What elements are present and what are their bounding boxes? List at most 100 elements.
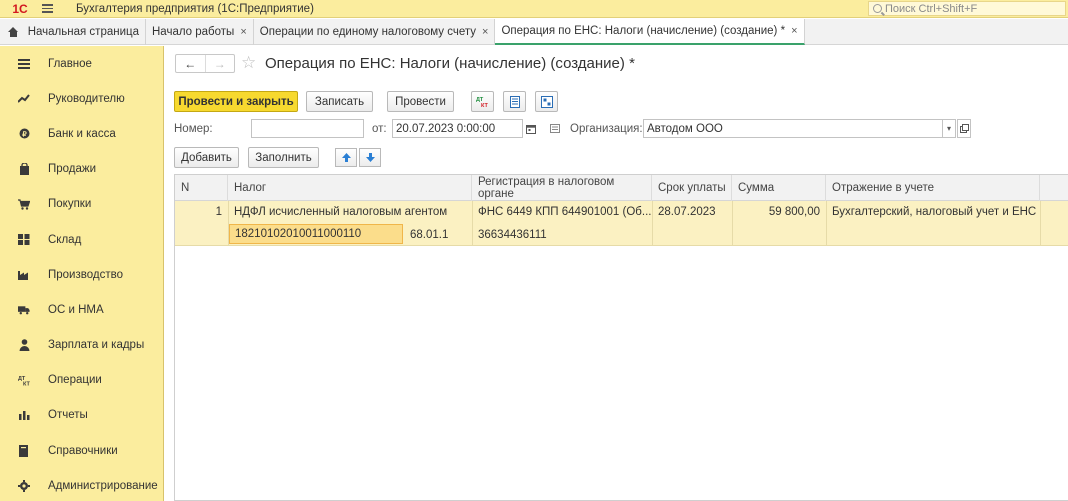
arrow-down-icon [365, 153, 375, 162]
tab-label: Начальная страница [27, 26, 139, 38]
sidebar-item-label: Банк и касса [48, 127, 116, 140]
tab-label: Начало работы [152, 26, 235, 38]
sections-sidebar: Главное Руководителю ₽ Банк и касса Прод… [0, 46, 164, 501]
taxes-table: N Налог Регистрация в налоговом органе С… [174, 174, 1068, 501]
sidebar-item-label: Главное [48, 57, 92, 70]
sidebar-item-main[interactable]: Главное [0, 46, 163, 81]
warehouse-icon [18, 234, 30, 246]
sidebar-item-fixed-assets[interactable]: ОС и НМА [0, 292, 163, 327]
move-down-button[interactable] [359, 148, 381, 167]
number-field[interactable] [251, 119, 364, 138]
post-and-close-button[interactable]: Провести и закрыть [174, 91, 298, 112]
column-header-accounting[interactable]: Отражение в учете [826, 175, 1040, 201]
table-header: N Налог Регистрация в налоговом органе С… [175, 175, 1068, 201]
chevron-down-icon[interactable]: ▾ [942, 119, 956, 138]
fill-button[interactable]: Заполнить [248, 147, 319, 168]
close-icon[interactable]: × [482, 26, 488, 38]
app-header: 1С Бухгалтерия предприятия (1С:Предприят… [0, 0, 1068, 18]
move-up-button[interactable] [335, 148, 357, 167]
date-label: от: [372, 123, 387, 135]
arrow-up-icon [341, 153, 351, 162]
due-date-cell[interactable]: 28.07.2023 [652, 201, 732, 223]
oktmo-cell[interactable]: 36634436111 [472, 224, 652, 246]
sidebar-item-catalogs[interactable]: Справочники [0, 433, 163, 468]
save-button[interactable]: Записать [306, 91, 373, 112]
dt-kt-report-button[interactable]: ДТ КТ [471, 91, 494, 112]
coin-icon: ₽ [18, 128, 30, 140]
cart-icon [18, 198, 30, 210]
search-icon [873, 4, 882, 13]
close-icon[interactable]: × [791, 25, 797, 37]
column-header-due-date[interactable]: Срок уплаты [652, 175, 732, 201]
factory-icon [18, 269, 30, 281]
column-header-amount[interactable]: Сумма [732, 175, 826, 201]
sidebar-item-label: Администрирование [48, 479, 158, 492]
sidebar-item-label: Покупки [48, 198, 92, 211]
kbk-cell[interactable]: 18210102010011000110 [229, 224, 403, 244]
bar-chart-icon [18, 409, 30, 421]
organization-label: Организация: [570, 123, 643, 135]
column-header-registration[interactable]: Регистрация в налоговом органе [472, 175, 652, 201]
history-nav: ← → [175, 54, 235, 73]
organization-field[interactable]: Автодом ООО [643, 119, 943, 138]
menu-icon [18, 58, 30, 70]
registration-cell[interactable]: ФНС 6449 КПП 644901001 (Об... [472, 201, 652, 223]
sidebar-item-salary[interactable]: Зарплата и кадры [0, 328, 163, 363]
column-header-tax[interactable]: Налог [228, 175, 472, 201]
dt-kt-icon: ДТКТ [476, 97, 488, 108]
amount-cell[interactable]: 59 800,00 [732, 201, 826, 223]
global-search-input[interactable]: Поиск Ctrl+Shift+F [868, 1, 1066, 16]
sidebar-item-administration[interactable]: Администрирование [0, 468, 163, 501]
post-button[interactable]: Провести [387, 91, 454, 112]
print-list-button[interactable] [503, 91, 526, 112]
tab-getting-started[interactable]: Начало работы × [146, 19, 254, 45]
accounting-cell[interactable]: Бухгалтерский, налоговый учет и ЕНС [826, 201, 1040, 223]
date-field[interactable]: 20.07.2023 0:00:00 [392, 119, 523, 138]
page-title: Операция по ЕНС: Налоги (начисление) (со… [265, 55, 635, 72]
sidebar-item-director[interactable]: Руководителю [0, 81, 163, 116]
number-input[interactable] [255, 122, 363, 135]
document-form: ← → ☆ Операция по ЕНС: Налоги (начислени… [165, 46, 1068, 501]
sidebar-item-reports[interactable]: Отчеты [0, 398, 163, 433]
open-windows-tabs: Начальная страница Начало работы × Опера… [0, 19, 1068, 45]
tab-ens-operation-create[interactable]: Операция по ЕНС: Налоги (начисление) (со… [495, 19, 805, 45]
column-header-n[interactable]: N [175, 175, 228, 201]
date-value: 20.07.2023 0:00:00 [396, 122, 496, 135]
app-title: Бухгалтерия предприятия (1С:Предприятие) [76, 2, 314, 15]
open-link-icon[interactable] [957, 119, 971, 138]
tab-label: Операции по единому налоговому счету [259, 26, 477, 38]
organization-value: Автодом ООО [647, 122, 723, 135]
tab-ens-operations[interactable]: Операции по единому налоговому счету × [254, 19, 496, 45]
sidebar-item-label: Операции [48, 374, 102, 387]
sidebar-item-sales[interactable]: Продажи [0, 152, 163, 187]
sidebar-item-warehouse[interactable]: Склад [0, 222, 163, 257]
main-menu-icon[interactable] [42, 0, 62, 18]
favorite-star-icon[interactable]: ☆ [241, 53, 256, 73]
person-icon [18, 339, 30, 352]
trend-icon [18, 93, 30, 105]
back-button[interactable]: ← [176, 55, 205, 72]
sidebar-item-label: Производство [48, 268, 123, 281]
close-icon[interactable]: × [240, 26, 246, 38]
add-row-button[interactable]: Добавить [174, 147, 239, 168]
comment-icon[interactable] [549, 121, 561, 135]
structure-icon [540, 95, 553, 108]
sidebar-item-purchases[interactable]: Покупки [0, 187, 163, 222]
sidebar-item-label: ОС и НМА [48, 303, 104, 316]
home-icon [8, 27, 19, 37]
sidebar-item-label: Склад [48, 233, 82, 246]
truck-icon [18, 304, 30, 316]
forward-button[interactable]: → [204, 55, 235, 72]
sidebar-item-production[interactable]: Производство [0, 257, 163, 292]
gear-icon [18, 479, 30, 492]
tab-home[interactable]: Начальная страница [0, 19, 146, 45]
tax-name-cell[interactable]: НДФЛ исчисленный налоговым агентом [228, 201, 472, 223]
structure-button[interactable] [535, 91, 558, 112]
account-cell[interactable]: 68.01.1 [404, 224, 472, 246]
document-list-icon [509, 95, 520, 108]
calendar-icon[interactable] [524, 120, 538, 137]
sidebar-item-operations[interactable]: ДТ КТ Операции [0, 363, 163, 398]
sidebar-item-bank[interactable]: ₽ Банк и касса [0, 116, 163, 151]
table-row[interactable]: 1 НДФЛ исчисленный налоговым агентом 182… [175, 201, 1068, 246]
tab-label: Операция по ЕНС: Налоги (начисление) (со… [501, 25, 786, 37]
